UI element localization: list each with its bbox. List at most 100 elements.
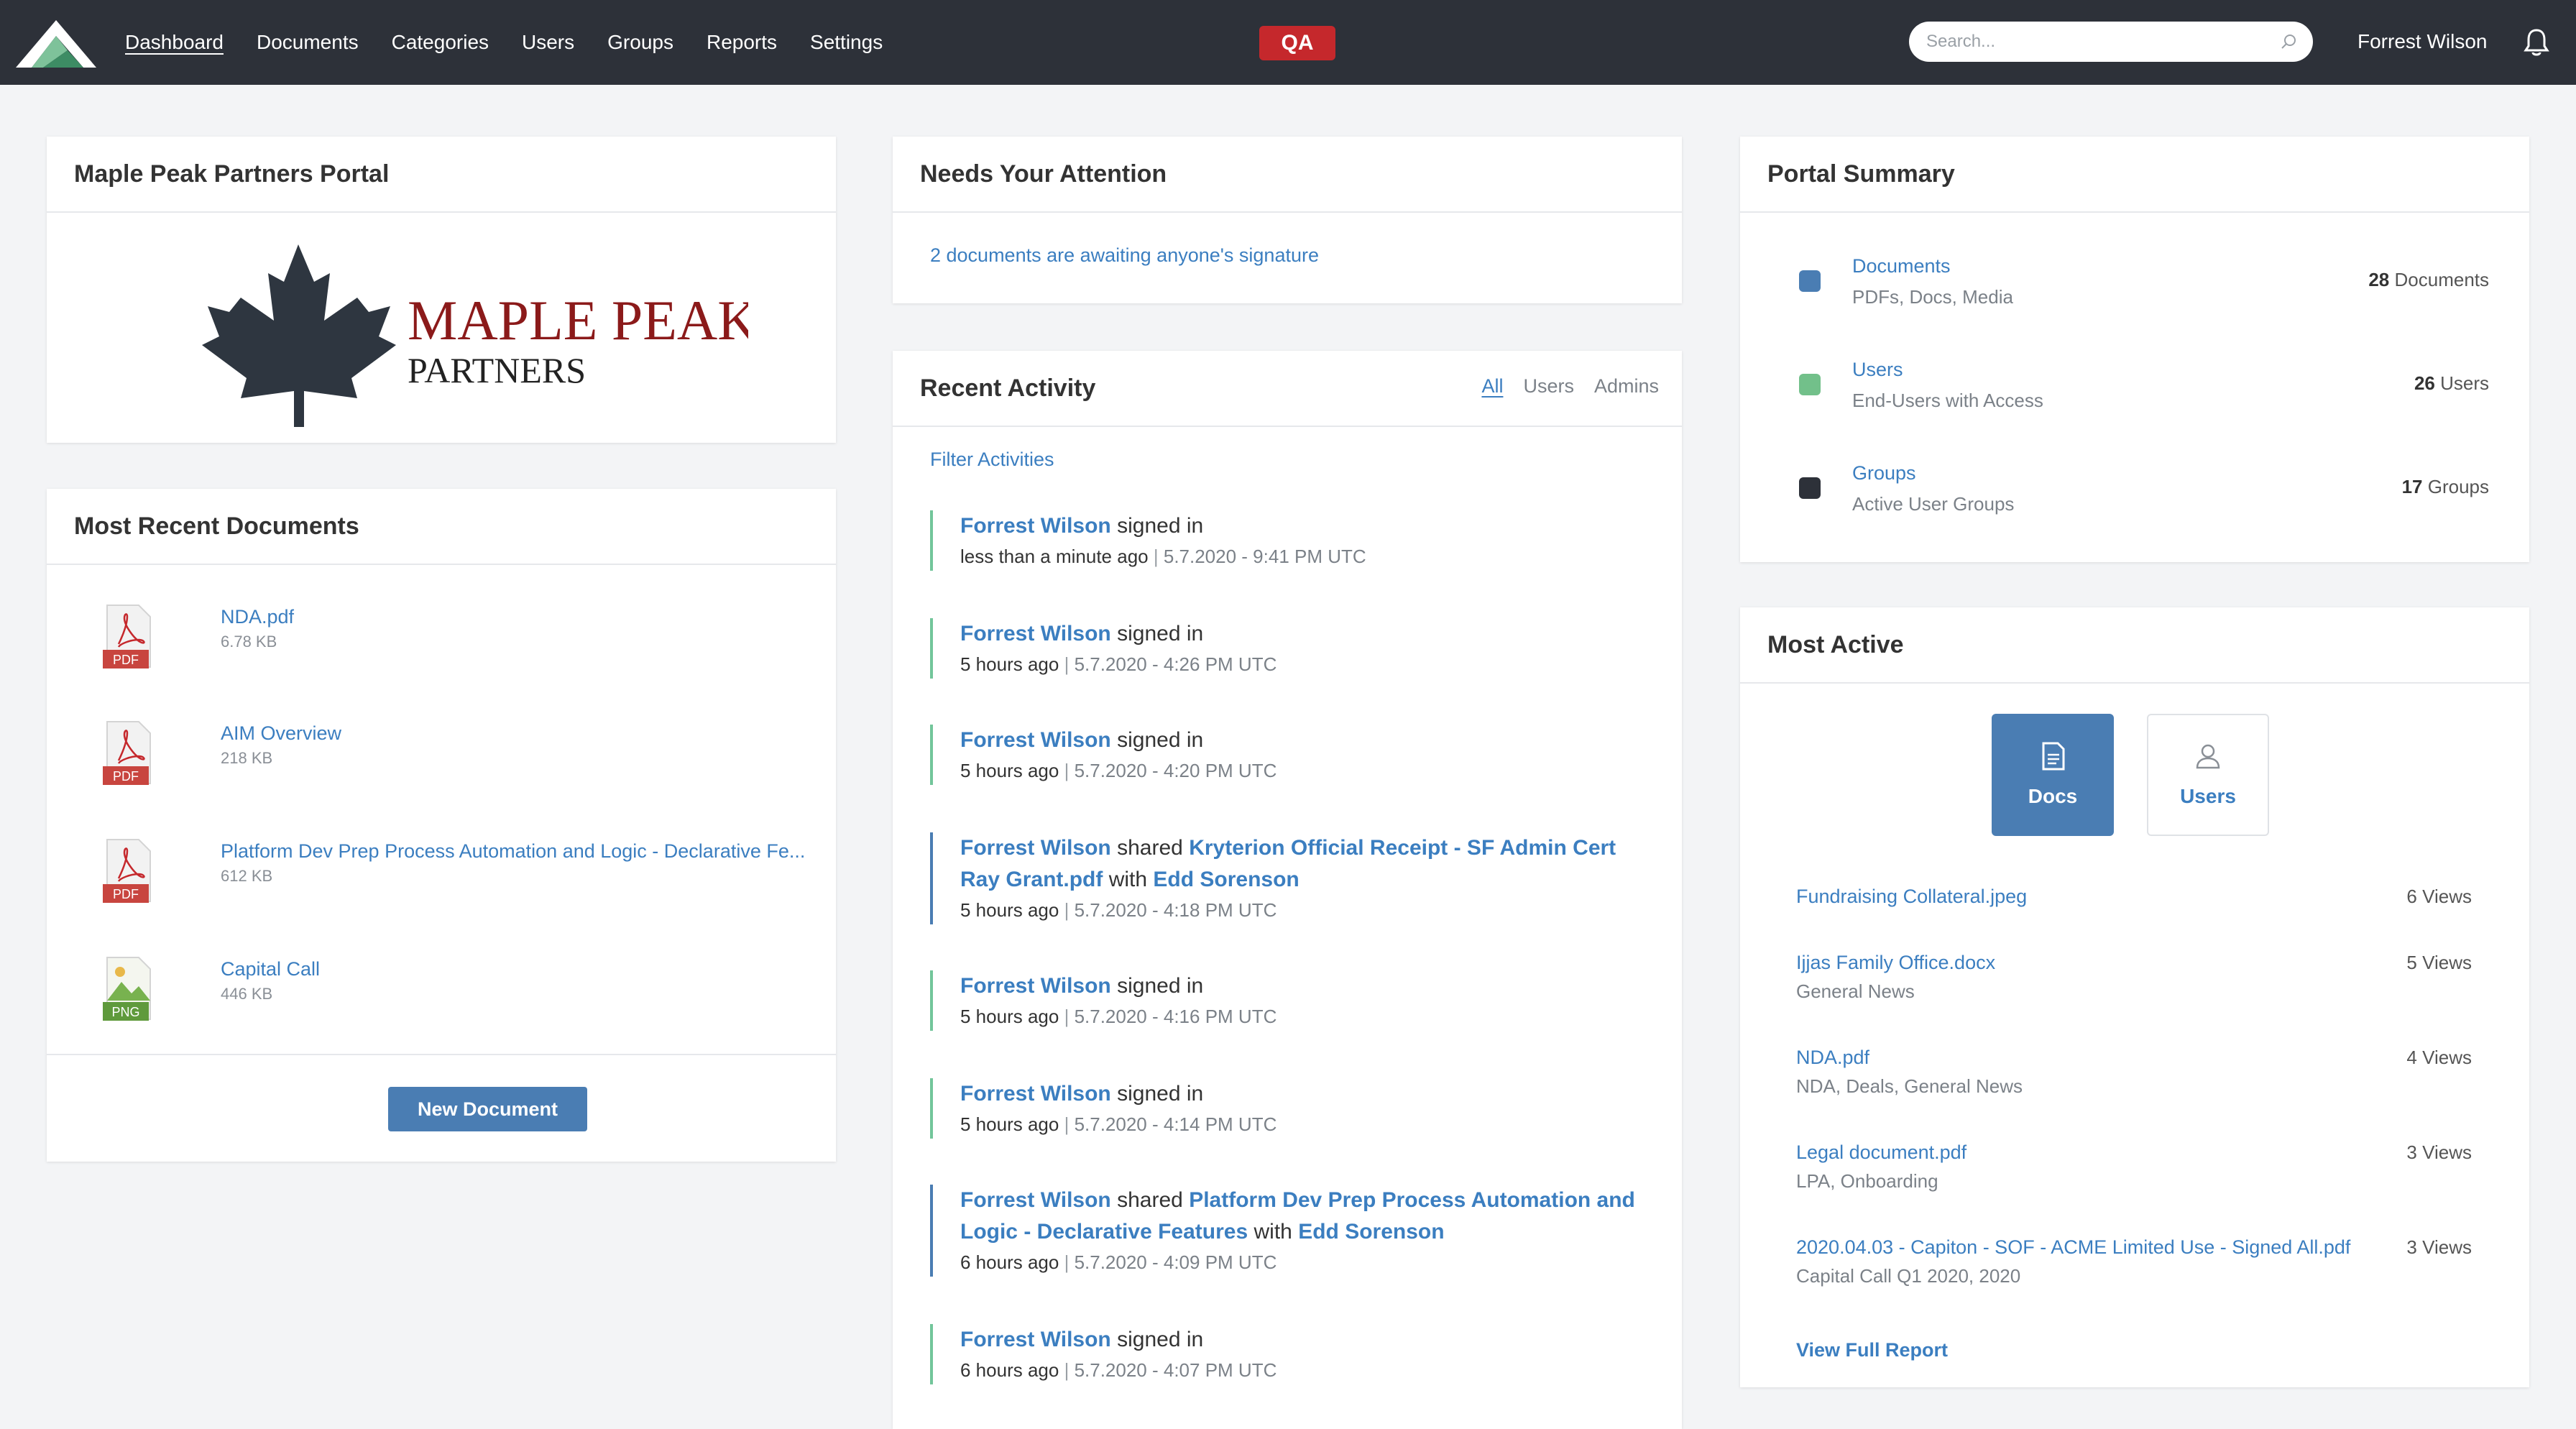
most-active-categories: NDA, Deals, General News: [1796, 1075, 2023, 1097]
most-active-item: Fundraising Collateral.jpeg 6 Views: [1796, 882, 2472, 911]
recent-activity-card: Recent Activity All Users Admins Filter …: [893, 351, 1682, 1429]
recent-documents-card: Most Recent Documents PDF NDA.pdf 6.78 K…: [47, 489, 836, 1162]
png-file-icon: PNG: [103, 957, 151, 1021]
activity-tabs: All Users Admins: [1481, 375, 1659, 398]
summary-title-link[interactable]: Documents: [1852, 253, 1951, 279]
document-item[interactable]: PNG Capital Call 446 KB: [103, 956, 822, 1035]
summary-count-unit: Groups: [2427, 476, 2489, 497]
summary-count-unit: Users: [2440, 372, 2489, 394]
users-toggle-label: Users: [2180, 785, 2236, 807]
svg-text:PNG: PNG: [111, 1005, 139, 1019]
search-icon[interactable]: [2280, 33, 2297, 50]
activity-timestamp: 5.7.2020 - 4:14 PM UTC: [1074, 1113, 1277, 1135]
view-full-report-link[interactable]: View Full Report: [1796, 1339, 1948, 1361]
activity-target-link[interactable]: Edd Sorenson: [1298, 1220, 1444, 1244]
summary-count: 17 Groups: [2402, 476, 2489, 498]
activity-action: signed in: [1117, 1328, 1204, 1351]
activity-target-link[interactable]: Edd Sorenson: [1153, 868, 1299, 891]
pdf-file-icon: PDF: [103, 839, 151, 903]
activity-timestamp: 5.7.2020 - 4:18 PM UTC: [1074, 899, 1277, 921]
activity-action: signed in: [1117, 1082, 1204, 1106]
tab-all[interactable]: All: [1481, 375, 1503, 398]
most-active-categories: General News: [1796, 980, 1915, 1002]
bell-icon[interactable]: [2523, 27, 2550, 58]
pdf-file-icon: PDF: [103, 605, 151, 668]
users-color-swatch: [1799, 374, 1821, 395]
activity-user-link[interactable]: Forrest Wilson: [960, 514, 1111, 538]
document-name[interactable]: NDA.pdf: [221, 604, 294, 630]
portal-card: Maple Peak Partners Portal MAPLE PEAK PA…: [47, 137, 836, 443]
users-toggle-button[interactable]: Users: [2147, 714, 2269, 836]
most-active-card: Most Active Docs Users Fundraising Colla…: [1740, 607, 2529, 1387]
activity-ago: 5 hours ago: [960, 760, 1059, 781]
divider: [47, 1054, 836, 1055]
nav-groups[interactable]: Groups: [607, 28, 673, 57]
activity-timestamp: 5.7.2020 - 9:41 PM UTC: [1163, 546, 1366, 567]
document-item[interactable]: PDF Platform Dev Prep Process Automation…: [103, 838, 822, 917]
activity-user-link[interactable]: Forrest Wilson: [960, 1328, 1111, 1351]
document-item[interactable]: PDF AIM Overview 218 KB: [103, 720, 822, 799]
tab-admins[interactable]: Admins: [1594, 375, 1659, 398]
document-name[interactable]: AIM Overview: [221, 720, 341, 746]
summary-title-link[interactable]: Groups: [1852, 460, 1916, 486]
main-nav: Dashboard Documents Categories Users Gro…: [125, 0, 916, 85]
most-active-views: 6 Views: [2406, 886, 2472, 907]
maple-leaf-icon: MAPLE PEAK PARTNERS: [202, 244, 748, 427]
activity-user-link[interactable]: Forrest Wilson: [960, 728, 1111, 752]
nav-users[interactable]: Users: [522, 28, 574, 57]
environment-badge: QA: [1259, 26, 1335, 60]
most-active-doc-link[interactable]: Legal document.pdf: [1796, 1141, 1966, 1163]
activity-item: Forrest Wilson signed in 5 hours ago | 5…: [930, 618, 1656, 679]
most-active-doc-link[interactable]: Fundraising Collateral.jpeg: [1796, 886, 2027, 907]
activity-user-link[interactable]: Forrest Wilson: [960, 836, 1111, 860]
activity-with: with: [1108, 868, 1148, 891]
nav-categories[interactable]: Categories: [392, 28, 489, 57]
new-document-button[interactable]: New Document: [388, 1087, 587, 1131]
most-active-title: Most Active: [1740, 607, 2529, 684]
summary-count: 26 Users: [2414, 372, 2489, 395]
nav-settings[interactable]: Settings: [810, 28, 883, 57]
activity-user-link[interactable]: Forrest Wilson: [960, 1188, 1111, 1212]
documents-color-swatch: [1799, 270, 1821, 292]
activity-user-link[interactable]: Forrest Wilson: [960, 974, 1111, 998]
docs-toggle-button[interactable]: Docs: [1992, 714, 2114, 836]
svg-text:PDF: PDF: [113, 769, 139, 784]
recent-documents-title: Most Recent Documents: [47, 489, 836, 565]
user-icon: [2196, 744, 2220, 769]
filter-activities-link[interactable]: Filter Activities: [930, 449, 1054, 471]
summary-count-number: 26: [2414, 372, 2435, 394]
svg-text:PDF: PDF: [113, 653, 139, 667]
activity-timestamp: 5.7.2020 - 4:09 PM UTC: [1074, 1251, 1277, 1273]
summary-title-link[interactable]: Users: [1852, 357, 1903, 382]
most-active-doc-link[interactable]: NDA.pdf: [1796, 1047, 1869, 1068]
activity-ago: 5 hours ago: [960, 899, 1059, 921]
search-input[interactable]: [1926, 22, 2264, 62]
nav-reports[interactable]: Reports: [707, 28, 777, 57]
needs-attention-card: Needs Your Attention 2 documents are awa…: [893, 137, 1682, 303]
activity-item: Forrest Wilson signed in 5 hours ago | 5…: [930, 725, 1656, 785]
document-name[interactable]: Platform Dev Prep Process Automation and…: [221, 838, 805, 864]
activity-ago: 6 hours ago: [960, 1359, 1059, 1381]
logo-text-line1: MAPLE PEAK: [408, 289, 748, 351]
activity-timestamp: 5.7.2020 - 4:07 PM UTC: [1074, 1359, 1277, 1381]
activity-timestamp: 5.7.2020 - 4:20 PM UTC: [1074, 760, 1277, 781]
most-active-doc-link[interactable]: 2020.04.03 - Capiton - SOF - ACME Limite…: [1796, 1236, 2350, 1258]
app-logo-icon[interactable]: [14, 16, 98, 69]
document-name[interactable]: Capital Call: [221, 956, 320, 982]
most-active-doc-link[interactable]: Ijjas Family Office.docx: [1796, 952, 1995, 973]
summary-count-number: 17: [2401, 476, 2423, 497]
user-menu[interactable]: Forrest Wilson: [2358, 27, 2487, 56]
summary-documents: Documents PDFs, Docs, Media 28 Documents: [1799, 253, 2489, 318]
most-active-views: 4 Views: [2406, 1047, 2472, 1068]
activity-user-link[interactable]: Forrest Wilson: [960, 1082, 1111, 1106]
nav-dashboard[interactable]: Dashboard: [125, 28, 224, 57]
activity-action: signed in: [1117, 622, 1204, 645]
awaiting-signature-link[interactable]: 2 documents are awaiting anyone's signat…: [930, 244, 1319, 267]
activity-user-link[interactable]: Forrest Wilson: [960, 622, 1111, 645]
summary-count-number: 28: [2368, 269, 2390, 290]
document-item[interactable]: PDF NDA.pdf 6.78 KB: [103, 604, 822, 683]
activity-ago: 6 hours ago: [960, 1251, 1059, 1273]
tab-users[interactable]: Users: [1523, 375, 1574, 398]
needs-attention-title: Needs Your Attention: [893, 137, 1682, 213]
nav-documents[interactable]: Documents: [257, 28, 359, 57]
